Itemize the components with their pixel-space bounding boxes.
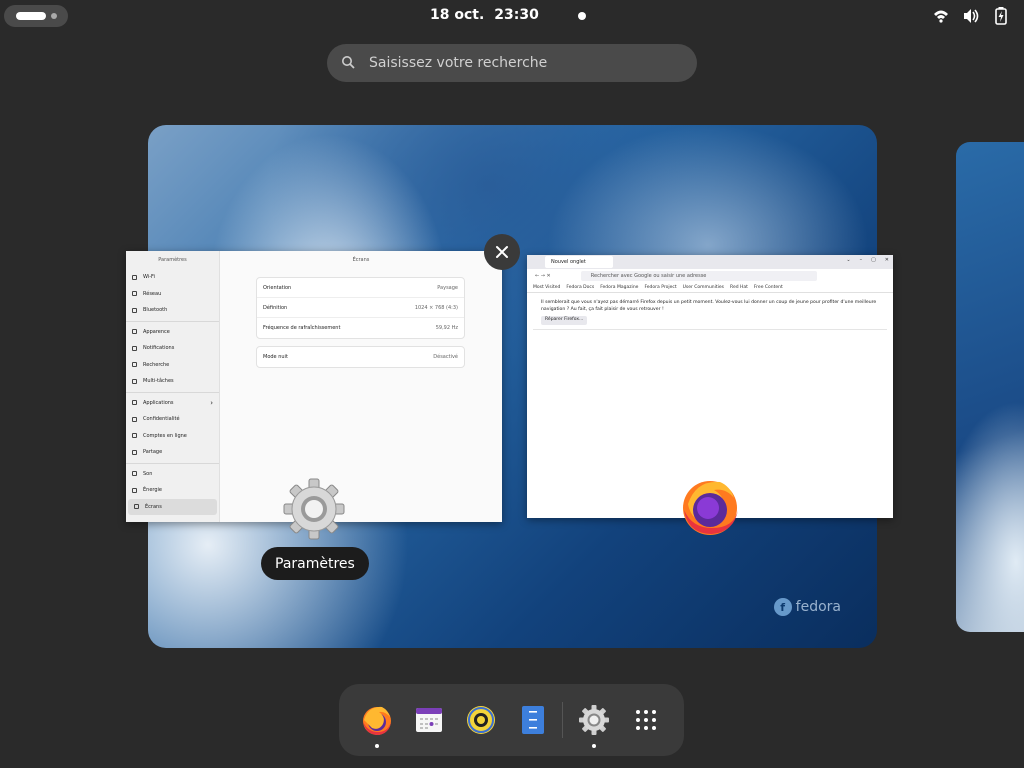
- settings-app-icon: [282, 477, 346, 541]
- wifi-icon: [932, 7, 950, 25]
- dock-settings-button[interactable]: [574, 700, 614, 748]
- workspace-indicator-inactive: [51, 13, 57, 19]
- system-status-area[interactable]: [932, 7, 1010, 25]
- close-icon: [496, 246, 508, 258]
- notification-dot-icon: [578, 12, 586, 20]
- sidebar-item-multitasking: Multi-tâches: [126, 373, 219, 390]
- fedora-wallpaper-text: fedora: [795, 599, 841, 615]
- refresh-rate-row: Fréquence de rafraîchissement 59,92 Hz: [263, 325, 458, 331]
- dock-show-apps-button[interactable]: [626, 700, 666, 740]
- workspace-indicator-active: [16, 12, 46, 20]
- calendar-icon: [416, 708, 442, 732]
- night-light-card: Mode nuit Désactivé: [256, 346, 465, 368]
- firefox-tab: Nouvel onglet: [545, 256, 613, 268]
- volume-icon: [962, 7, 980, 25]
- sidebar-item-privacy: Confidentialité: [126, 411, 219, 428]
- display-settings-card: Orientation Paysage Définition 1024 × 768 …: [256, 277, 465, 339]
- orientation-row: Orientation Paysage: [257, 278, 464, 298]
- rhythmbox-icon: [467, 706, 495, 734]
- close-window-button[interactable]: [484, 234, 520, 270]
- dock-rhythmbox-button[interactable]: [461, 700, 501, 740]
- dock-files-button[interactable]: [513, 700, 553, 740]
- search-placeholder: Saisissez votre recherche: [369, 55, 548, 71]
- resolution-row: Définition 1024 × 768 (4:3): [257, 298, 464, 318]
- settings-sidebar: Paramètres Wi-Fi Réseau Bluetooth Appare…: [126, 251, 220, 522]
- top-bar: 18 oct. 23:30: [0, 0, 1024, 32]
- window-title-tooltip: Paramètres: [261, 547, 369, 580]
- sidebar-item-sound: Son: [126, 466, 219, 483]
- sidebar-item-power: Énergie: [126, 482, 219, 499]
- files-icon: [522, 706, 544, 734]
- activities-button[interactable]: [4, 5, 68, 27]
- sidebar-item-search: Recherche: [126, 357, 219, 374]
- firefox-tab-bar: Nouvel onglet ⌄ – ▢ ✕: [527, 255, 893, 269]
- running-indicator: [375, 744, 379, 748]
- firefox-refresh-notice: Il semblerait que vous n'ayez pas démarr…: [533, 297, 887, 330]
- firefox-icon: [363, 706, 391, 735]
- sidebar-item-notifications: Notifications: [126, 340, 219, 357]
- battery-charging-icon: [992, 7, 1010, 25]
- sidebar-item-network: Réseau: [126, 286, 219, 303]
- sidebar-item-bluetooth: Bluetooth: [126, 302, 219, 319]
- sidebar-item-displays: Écrans: [128, 498, 217, 515]
- sidebar-item-online-accounts: Comptes en ligne: [126, 428, 219, 445]
- settings-icon: [579, 705, 609, 735]
- fedora-logo-icon: f: [773, 598, 792, 616]
- running-indicator: [592, 744, 596, 748]
- sidebar-item-appearance: Apparence: [126, 324, 219, 341]
- clock-time: 23:30: [494, 7, 539, 23]
- sidebar-item-sharing: Partage: [126, 444, 219, 461]
- night-light-row: Mode nuit Désactivé: [263, 354, 458, 360]
- dash: [339, 684, 684, 756]
- dock-firefox-button[interactable]: [357, 700, 397, 748]
- window-controls: ⌄ – ▢ ✕: [846, 257, 889, 263]
- firefox-nav-bar: ← → ✕ Rechercher avec Google ou saisir u…: [527, 269, 893, 283]
- search-entry[interactable]: Saisissez votre recherche: [327, 44, 697, 82]
- settings-page-title: Écrans: [352, 257, 370, 263]
- settings-sidebar-title: Paramètres: [158, 257, 187, 263]
- app-grid-icon: [636, 710, 656, 730]
- sidebar-item-applications: Applications ›: [126, 395, 219, 412]
- dock-separator: [562, 702, 563, 738]
- dock-calendar-button[interactable]: [409, 700, 449, 740]
- clock[interactable]: 18 oct. 23:30: [430, 7, 630, 23]
- settings-content: Écrans Orientation Paysage Définition 1024…: [220, 251, 502, 522]
- refresh-firefox-button: Réparer Firefox...: [541, 316, 588, 325]
- workspace-thumbnail-next[interactable]: [956, 142, 1024, 632]
- firefox-app-icon: [678, 474, 742, 538]
- firefox-bookmarks-bar: Most Visited Fedora Docs Fedora Magazine…: [527, 283, 893, 293]
- search-icon: [341, 55, 357, 71]
- sidebar-item-wifi: Wi-Fi: [126, 269, 219, 286]
- fedora-wallpaper-logo: f fedora: [773, 598, 841, 616]
- firefox-url-bar: Rechercher avec Google ou saisir une adr…: [580, 271, 817, 281]
- clock-date: 18 oct.: [430, 7, 485, 23]
